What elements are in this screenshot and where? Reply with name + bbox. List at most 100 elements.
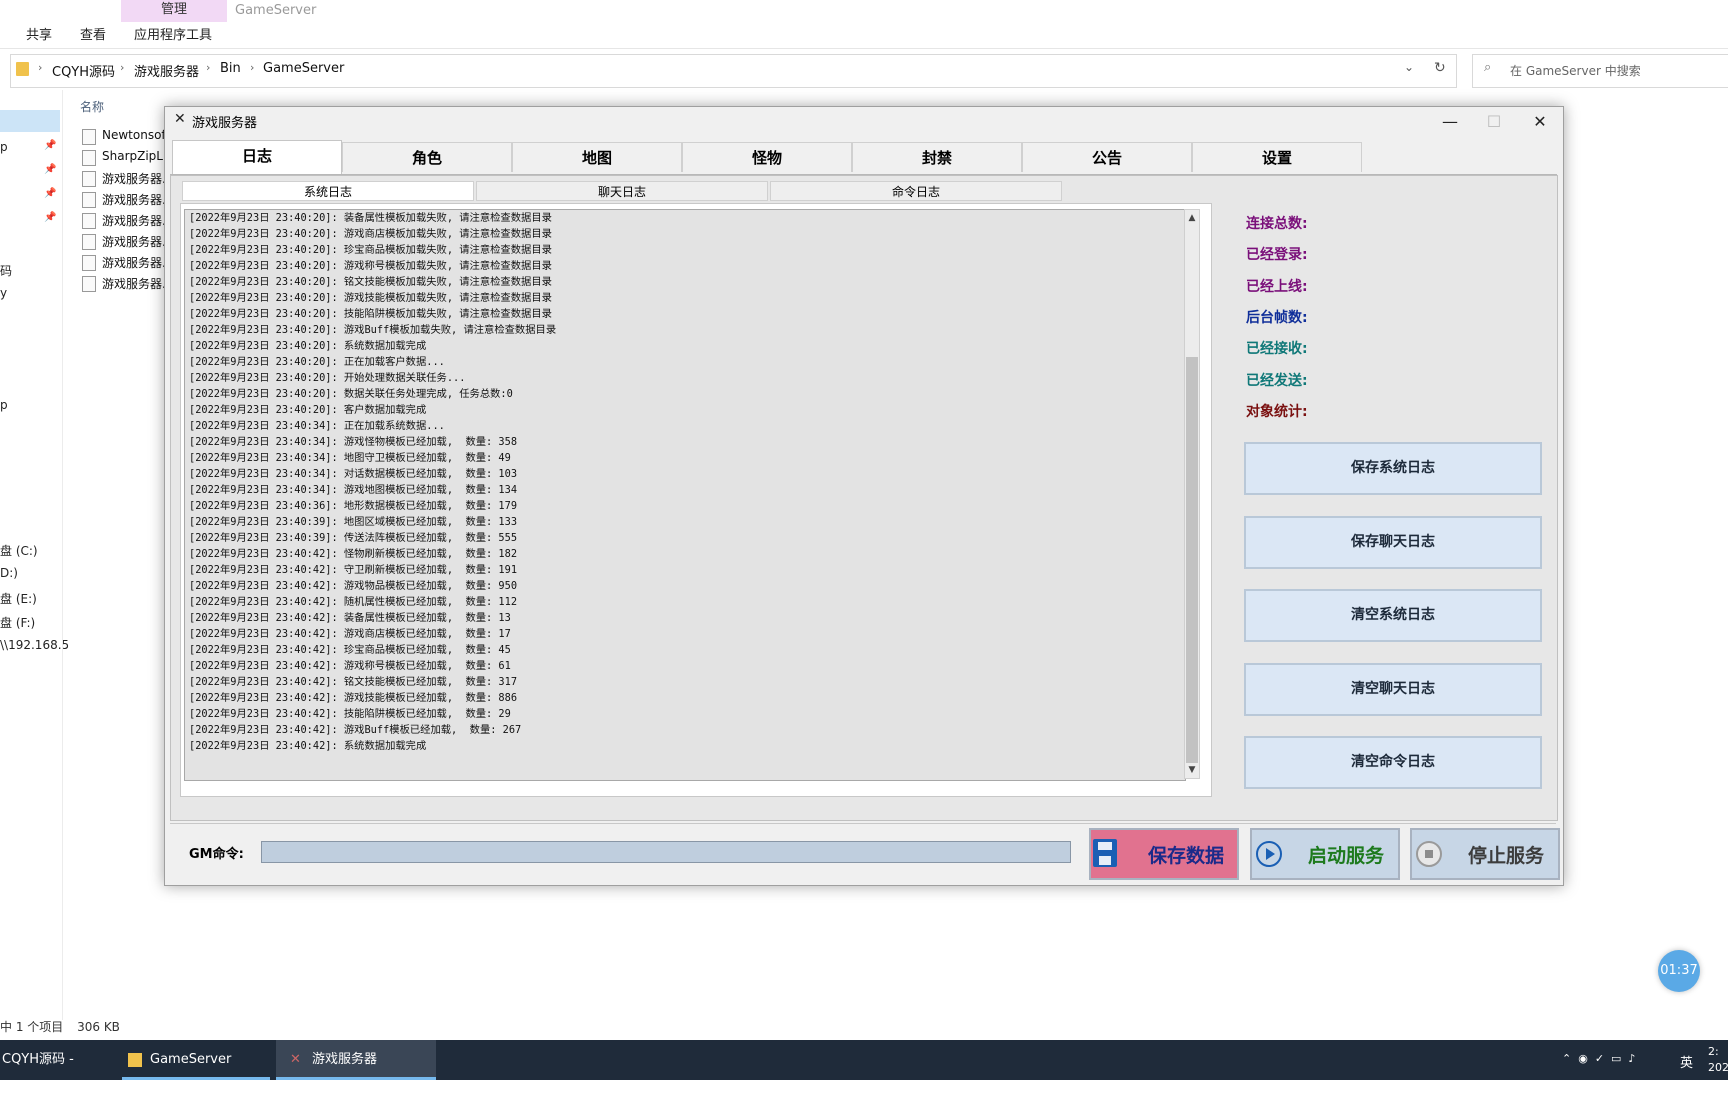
main-tab[interactable]: 地图	[512, 142, 682, 172]
log-line: [2022年9月23日 23:40:36]: 地形数据模板已经加载, 数量: 1…	[189, 500, 518, 512]
log-line: [2022年9月23日 23:40:42]: 装备属性模板已经加载, 数量: 1…	[189, 612, 511, 624]
log-action-button[interactable]: 清空命令日志	[1244, 736, 1542, 789]
nav-item[interactable]: \\192.168.5	[0, 638, 69, 652]
minimize-icon[interactable]: —	[1428, 110, 1472, 134]
file-name[interactable]: 游戏服务器.	[102, 254, 166, 271]
ribbon-tab-manage[interactable]: 管理	[121, 0, 227, 22]
nav-item[interactable]: 盘 (C:)	[0, 542, 38, 559]
ime-indicator[interactable]: 英	[1680, 1052, 1693, 1071]
main-tab[interactable]: 公告	[1022, 142, 1192, 172]
log-line: [2022年9月23日 23:40:42]: 系统数据加载完成	[189, 740, 427, 752]
nav-divider	[62, 90, 63, 1020]
stat-label: 已经登录:	[1246, 247, 1308, 264]
log-line: [2022年9月23日 23:40:42]: 游戏称号模板已经加载, 数量: 6…	[189, 660, 511, 672]
floppy-disk-icon	[1093, 839, 1117, 867]
chevron-right-icon: ›	[120, 61, 125, 74]
status-selected: 中 1 个项目	[0, 1020, 64, 1034]
log-line: [2022年9月23日 23:40:42]: 怪物刷新模板已经加载, 数量: 1…	[189, 548, 518, 560]
save-data-label: 保存数据	[1148, 845, 1225, 867]
nav-selected-item[interactable]	[0, 110, 60, 132]
file-name[interactable]: 游戏服务器.	[102, 191, 166, 208]
taskbar-item-label: GameServer	[150, 1052, 232, 1067]
ribbon-tab-view[interactable]: 查看	[80, 26, 106, 46]
ribbon-tab-share[interactable]: 共享	[26, 26, 52, 46]
taskbar-clock[interactable]: 2: 202	[1708, 1044, 1728, 1076]
log-line: [2022年9月23日 23:40:34]: 对话数据模板已经加载, 数量: 1…	[189, 468, 518, 480]
maximize-icon[interactable]: ☐	[1472, 110, 1516, 134]
nav-item[interactable]: 盘 (F:)	[0, 614, 35, 631]
scroll-down-icon[interactable]: ▼	[1184, 762, 1200, 778]
stat-label: 连接总数:	[1246, 216, 1308, 232]
file-name[interactable]: 游戏服务器.	[102, 170, 166, 187]
chevron-down-icon[interactable]: ⌄	[1404, 60, 1414, 74]
file-name[interactable]: 游戏服务器.	[102, 233, 166, 250]
search-icon: ⌕	[1484, 60, 1492, 75]
log-line: [2022年9月23日 23:40:42]: 游戏Buff模板已经加载, 数量:…	[189, 724, 522, 736]
stop-icon	[1416, 841, 1442, 867]
folder-icon	[16, 62, 29, 76]
breadcrumb-item[interactable]: 游戏服务器	[134, 61, 199, 80]
file-icon	[82, 150, 96, 166]
log-line: [2022年9月23日 23:40:42]: 游戏商店模板已经加载, 数量: 1…	[189, 628, 511, 640]
crossed-swords-icon: ✕	[290, 1052, 301, 1067]
log-sub-tab[interactable]: 聊天日志	[476, 181, 768, 201]
log-line: [2022年9月23日 23:40:20]: 游戏技能模板加载失败, 请注意检查…	[189, 292, 552, 304]
nav-item[interactable]: D:)	[0, 566, 18, 580]
file-name[interactable]: SharpZipLi	[102, 149, 166, 163]
main-tab[interactable]: 设置	[1192, 142, 1362, 172]
refresh-icon[interactable]: ↻	[1434, 60, 1446, 76]
log-action-button[interactable]: 清空系统日志	[1244, 589, 1542, 642]
tray-icons[interactable]: ⌃◉✓▭♪	[1562, 1052, 1642, 1065]
breadcrumb-item[interactable]: Bin	[220, 61, 241, 76]
nav-item[interactable]: 盘 (E:)	[0, 590, 37, 607]
file-icon	[82, 129, 96, 145]
log-action-button[interactable]: 清空聊天日志	[1244, 662, 1542, 716]
log-line: [2022年9月23日 23:40:20]: 游戏商店模板加载失败, 请注意检查…	[189, 228, 552, 240]
gm-command-input[interactable]	[261, 841, 1071, 863]
pin-icon: 📌	[44, 188, 57, 199]
file-name[interactable]: Newtonsof	[102, 128, 166, 142]
file-icon	[82, 234, 96, 250]
scrollbar-thumb[interactable]	[1186, 357, 1198, 763]
recording-timer[interactable]: 01:37	[1658, 950, 1700, 992]
nav-item[interactable]: 码	[0, 262, 12, 279]
taskbar-item-vs[interactable]: CQYH源码 - Micr...	[0, 1040, 112, 1107]
divider	[170, 823, 1556, 824]
search-input[interactable]: 在 GameServer 中搜索	[1510, 62, 1641, 79]
log-line: [2022年9月23日 23:40:39]: 传送法阵模板已经加载, 数量: 5…	[189, 532, 518, 544]
status-size: 306 KB	[77, 1020, 120, 1034]
column-header-name[interactable]: 名称	[80, 98, 104, 115]
main-tab[interactable]: 封禁	[852, 142, 1022, 172]
main-tab[interactable]: 角色	[342, 142, 512, 172]
main-tab[interactable]: 怪物	[682, 142, 852, 172]
log-line: [2022年9月23日 23:40:34]: 正在加载系统数据...	[189, 420, 445, 432]
log-line: [2022年9月23日 23:40:20]: 系统数据加载完成	[189, 340, 427, 352]
log-line: [2022年9月23日 23:40:42]: 随机属性模板已经加载, 数量: 1…	[189, 596, 518, 608]
chevron-right-icon: ›	[38, 61, 43, 74]
log-line: [2022年9月23日 23:40:34]: 游戏地图模板已经加载, 数量: 1…	[189, 484, 518, 496]
log-line: [2022年9月23日 23:40:20]: 正在加载客户数据...	[189, 356, 445, 368]
log-sub-tab[interactable]: 系统日志	[182, 181, 474, 201]
system-log-textbox[interactable]: [2022年9月23日 23:40:20]: 装备属性模板加载失败, 请注意检查…	[184, 209, 1186, 781]
nav-item[interactable]: p	[0, 398, 8, 412]
stat-label: 对象统计:	[1246, 403, 1308, 420]
log-action-button[interactable]: 保存聊天日志	[1244, 515, 1542, 569]
close-icon[interactable]: ✕	[1518, 110, 1562, 134]
scroll-up-icon[interactable]: ▲	[1184, 210, 1200, 226]
nav-item[interactable]: y	[0, 286, 7, 300]
main-tab[interactable]: 日志	[172, 140, 342, 174]
ribbon-tab-app-tools[interactable]: 应用程序工具	[134, 26, 212, 46]
log-sub-tab[interactable]: 命令日志	[770, 181, 1062, 201]
taskbar-item-gameserver[interactable]: ✕ 游戏服务器	[276, 1040, 436, 1080]
chevron-right-icon: ›	[250, 61, 255, 74]
breadcrumb-item[interactable]: CQYH源码	[52, 61, 115, 80]
taskbar-item-explorer[interactable]: GameServer	[122, 1040, 270, 1080]
file-name[interactable]: 游戏服务器.	[102, 275, 166, 292]
log-line: [2022年9月23日 23:40:20]: 游戏Buff模板加载失败, 请注意…	[189, 324, 557, 336]
log-line: [2022年9月23日 23:40:39]: 地图区域模板已经加载, 数量: 1…	[189, 516, 518, 528]
clock-date: 202	[1708, 1061, 1728, 1074]
breadcrumb-item[interactable]: GameServer	[263, 61, 344, 76]
file-name[interactable]: 游戏服务器.	[102, 212, 166, 229]
log-action-button[interactable]: 保存系统日志	[1244, 442, 1542, 495]
nav-item[interactable]: p	[0, 140, 8, 154]
